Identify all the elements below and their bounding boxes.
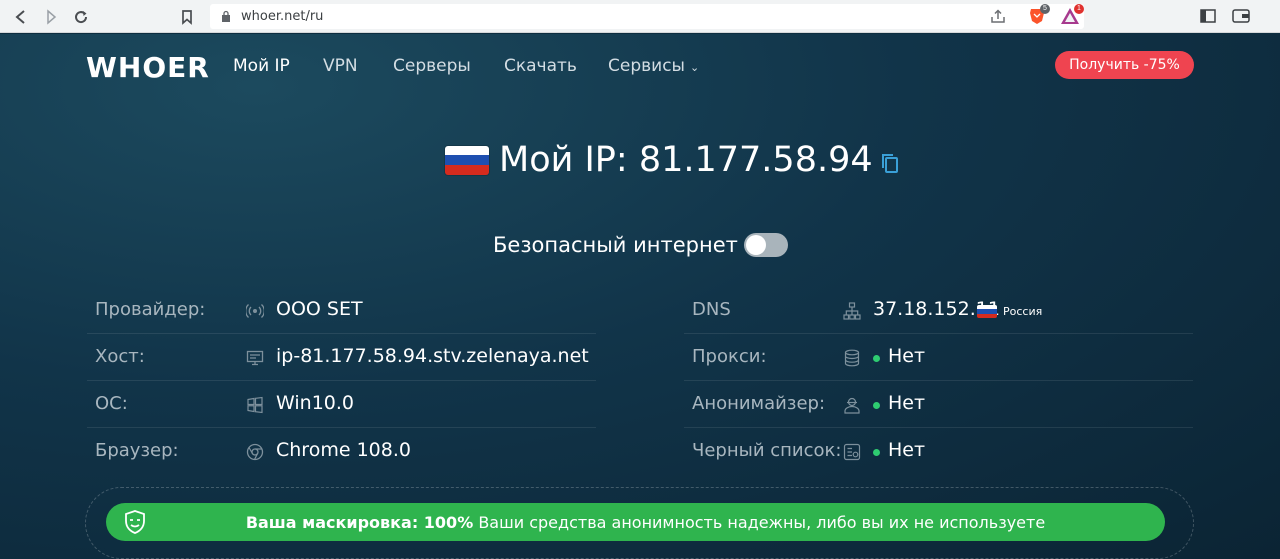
forward-icon xyxy=(47,9,57,25)
info-row-provider: Провайдер: OOO SET xyxy=(87,287,596,334)
proxy-value: Нет xyxy=(888,345,926,367)
toggle-knob xyxy=(745,235,766,255)
mask-text: Ваша маскировка: 100% Ваши средства анон… xyxy=(246,513,1045,532)
blacklist-icon xyxy=(843,443,861,461)
provider-value: OOO SET xyxy=(276,298,363,320)
incognito-icon xyxy=(844,397,860,414)
bookmark-icon xyxy=(182,10,192,25)
my-ip-heading: Мой IP: 81.177.58.94 xyxy=(445,140,901,180)
back-icon xyxy=(15,10,25,24)
proxy-label: Прокси: xyxy=(692,346,767,367)
nav-services-label: Сервисы xyxy=(608,56,685,76)
copy-icon[interactable] xyxy=(879,152,901,174)
blacklist-label: Черный список: xyxy=(692,440,842,461)
blacklist-value: Нет xyxy=(888,439,926,461)
anonymizer-value: Нет xyxy=(888,392,926,414)
chrome-icon xyxy=(246,443,264,461)
brave-badge: 5 xyxy=(1040,4,1050,14)
monitor-icon xyxy=(246,350,264,366)
info-row-host: Хост: ip-81.177.58.94.stv.zelenaya.net xyxy=(87,334,596,381)
info-row-dns: DNS 37.18.152.11 Россия xyxy=(684,287,1193,334)
dns-label: DNS xyxy=(692,299,731,320)
mask-status-bar: Ваша маскировка: 100% Ваши средства анон… xyxy=(106,503,1165,541)
rewards-badge: 1 xyxy=(1074,4,1084,14)
lock-icon xyxy=(222,10,230,22)
nav-services[interactable]: Сервисы ⌄ xyxy=(608,56,699,76)
host-value: ip-81.177.58.94.stv.zelenaya.net xyxy=(276,345,589,367)
anonymizer-status-dot xyxy=(873,402,880,409)
russia-flag-small-icon xyxy=(977,305,997,318)
mask-shield-icon xyxy=(125,510,145,534)
sidebar-icon[interactable] xyxy=(1200,9,1216,23)
os-label: ОС: xyxy=(95,393,128,414)
browser-toolbar: whoer.net/ru 5 1 xyxy=(0,0,1280,33)
windows-icon xyxy=(247,396,263,414)
dns-country: Россия xyxy=(1003,305,1043,318)
os-value: Win10.0 xyxy=(276,392,354,414)
info-row-browser: Браузер: Chrome 108.0 xyxy=(87,428,596,475)
forward-button[interactable] xyxy=(40,6,62,28)
reload-button[interactable] xyxy=(70,6,92,28)
database-icon xyxy=(844,349,860,367)
site-logo[interactable]: WHOER xyxy=(86,51,210,84)
safe-internet-label: Безопасный интернет xyxy=(493,233,738,257)
anonymizer-label: Анонимайзер: xyxy=(692,393,826,414)
nav-servers[interactable]: Серверы xyxy=(393,56,471,76)
chevron-down-icon: ⌄ xyxy=(689,61,700,74)
url-text: whoer.net/ru xyxy=(241,9,324,24)
address-bar[interactable]: whoer.net/ru xyxy=(210,4,1084,29)
antenna-icon xyxy=(246,304,264,318)
bookmark-button[interactable] xyxy=(176,6,198,28)
my-ip-text: Мой IP: 81.177.58.94 xyxy=(499,140,873,180)
browser-label: Браузер: xyxy=(95,440,179,461)
network-icon xyxy=(843,302,861,320)
promo-button[interactable]: Получить -75% xyxy=(1055,51,1194,79)
brave-shield-button[interactable]: 5 xyxy=(1028,4,1050,25)
safe-internet-toggle[interactable] xyxy=(743,233,788,257)
back-button[interactable] xyxy=(10,6,32,28)
nav-vpn[interactable]: VPN xyxy=(323,56,358,76)
blacklist-status-dot xyxy=(873,449,880,456)
reload-icon xyxy=(75,11,88,24)
proxy-status-dot xyxy=(873,355,880,362)
info-row-os: ОС: Win10.0 xyxy=(87,381,596,428)
info-row-blacklist: Черный список: Нет xyxy=(684,428,1193,475)
browser-value: Chrome 108.0 xyxy=(276,439,411,461)
nav-download[interactable]: Скачать xyxy=(504,56,577,76)
info-row-anonymizer: Анонимайзер: Нет xyxy=(684,381,1193,428)
mask-title: Ваша маскировка: 100% xyxy=(245,512,474,532)
mask-description: Ваши средства анонимность надежны, либо … xyxy=(478,512,1046,532)
russia-flag-icon xyxy=(445,145,489,175)
provider-label: Провайдер: xyxy=(95,299,206,320)
wallet-icon[interactable] xyxy=(1232,9,1250,23)
info-row-proxy: Прокси: Нет xyxy=(684,334,1193,381)
safe-internet-row: Безопасный интернет xyxy=(493,231,788,259)
nav-my-ip[interactable]: Мой IP xyxy=(233,56,290,76)
host-label: Хост: xyxy=(95,346,145,367)
brave-rewards-button[interactable]: 1 xyxy=(1060,4,1084,25)
share-icon[interactable] xyxy=(990,8,1006,24)
page: WHOER Мой IP VPN Серверы Скачать Сервисы… xyxy=(0,34,1280,559)
